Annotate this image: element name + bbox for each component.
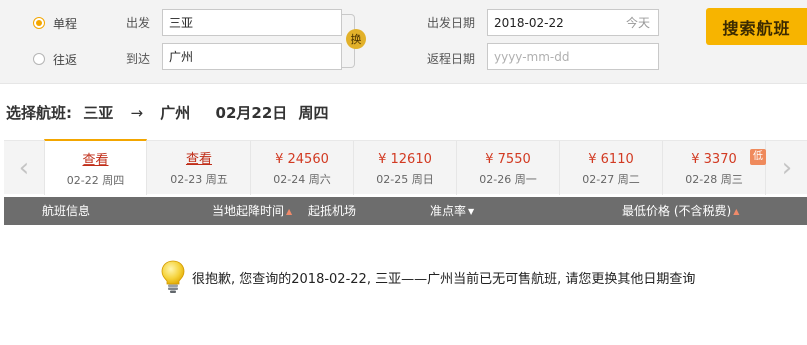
- search-flights-button[interactable]: 搜索航班: [706, 8, 807, 45]
- date-tab-strip: ‹ 查看 02-22 周四 查看 02-23 周五 ¥ 24560 02-24 …: [4, 139, 807, 195]
- date-tab-02-25[interactable]: ¥ 12610 02-25 周日: [354, 141, 457, 195]
- col-on-time-sort[interactable]: 准点率: [430, 197, 474, 225]
- oneway-label: 单程: [53, 16, 78, 31]
- lightbulb-icon: [160, 260, 186, 294]
- date-tab-date: 02-26 周一: [479, 173, 537, 186]
- route-arrow-icon: →: [130, 104, 144, 122]
- date-tab-price: ¥ 7550: [485, 152, 531, 167]
- route-title: 选择航班: 三亚 → 广州 02月22日 周四: [6, 102, 335, 124]
- date-tab-02-27[interactable]: ¥ 6110 02-27 周二: [560, 141, 663, 195]
- radio-selected-icon: [33, 17, 45, 29]
- date-tab-02-22[interactable]: 查看 02-22 周四: [44, 139, 147, 195]
- from-city-input[interactable]: [162, 9, 342, 36]
- date-tab-price: 查看: [82, 153, 109, 168]
- to-label: 到达: [126, 52, 151, 66]
- from-label: 出发: [126, 16, 151, 30]
- next-dates-chevron-icon[interactable]: ›: [767, 141, 807, 195]
- date-tab-date: 02-25 周日: [376, 173, 434, 186]
- return-date-label: 返程日期: [427, 52, 476, 66]
- return-date-input[interactable]: [487, 43, 659, 70]
- date-tab-02-24[interactable]: ¥ 24560 02-24 周六: [251, 141, 354, 195]
- route-prefix: 选择航班:: [6, 104, 72, 122]
- swap-cities-button[interactable]: 换: [346, 29, 366, 49]
- col-airport: 起抵机场: [308, 204, 357, 218]
- route-to: 广州: [160, 104, 191, 122]
- prev-dates-chevron-icon[interactable]: ‹: [4, 141, 44, 195]
- date-tab-date: 02-23 周五: [170, 173, 228, 186]
- date-tab-price: 查看: [185, 152, 212, 167]
- date-tab-price: ¥ 24560: [275, 152, 329, 167]
- col-flight-info: 航班信息: [42, 204, 91, 218]
- depart-date-label: 出发日期: [427, 16, 476, 30]
- route-from: 三亚: [83, 104, 114, 122]
- lowest-price-badge: 低: [750, 149, 766, 165]
- search-panel: 单程 往返 出发 到达 换 出发日期 今天 返程日期 搜索航班: [0, 0, 807, 84]
- roundtrip-radio[interactable]: 往返: [33, 50, 77, 68]
- roundtrip-label: 往返: [53, 52, 78, 67]
- no-flights-text: 很抱歉, 您查询的2018-02-22, 三亚——广州当前已无可售航班, 请您更…: [192, 271, 696, 287]
- oneway-radio[interactable]: 单程: [33, 14, 77, 32]
- date-tab-date: 02-22 周四: [66, 174, 125, 187]
- col-lowest-price-sort[interactable]: 最低价格 (不含税费): [622, 197, 739, 225]
- today-hint: 今天: [626, 16, 651, 30]
- no-flights-message: 很抱歉, 您查询的2018-02-22, 三亚——广州当前已无可售航班, 请您更…: [160, 260, 695, 294]
- date-tab-02-23[interactable]: 查看 02-23 周五: [148, 141, 251, 195]
- col-local-time-sort[interactable]: 当地起降时间: [212, 197, 292, 225]
- date-tab-date: 02-27 周二: [582, 173, 640, 186]
- date-tab-price: ¥ 6110: [588, 152, 634, 167]
- date-tab-date: 02-24 周六: [273, 173, 331, 186]
- date-tab-02-26[interactable]: ¥ 7550 02-26 周一: [457, 141, 560, 195]
- date-tab-price: ¥ 12610: [378, 152, 432, 167]
- to-city-input[interactable]: [162, 43, 342, 70]
- date-tab-date: 02-28 周三: [685, 173, 743, 186]
- route-date: 02月22日: [215, 104, 288, 122]
- radio-unselected-icon: [33, 53, 45, 65]
- route-weekday: 周四: [298, 104, 329, 122]
- results-column-header: 航班信息 当地起降时间 起抵机场 准点率 最低价格 (不含税费): [4, 197, 807, 225]
